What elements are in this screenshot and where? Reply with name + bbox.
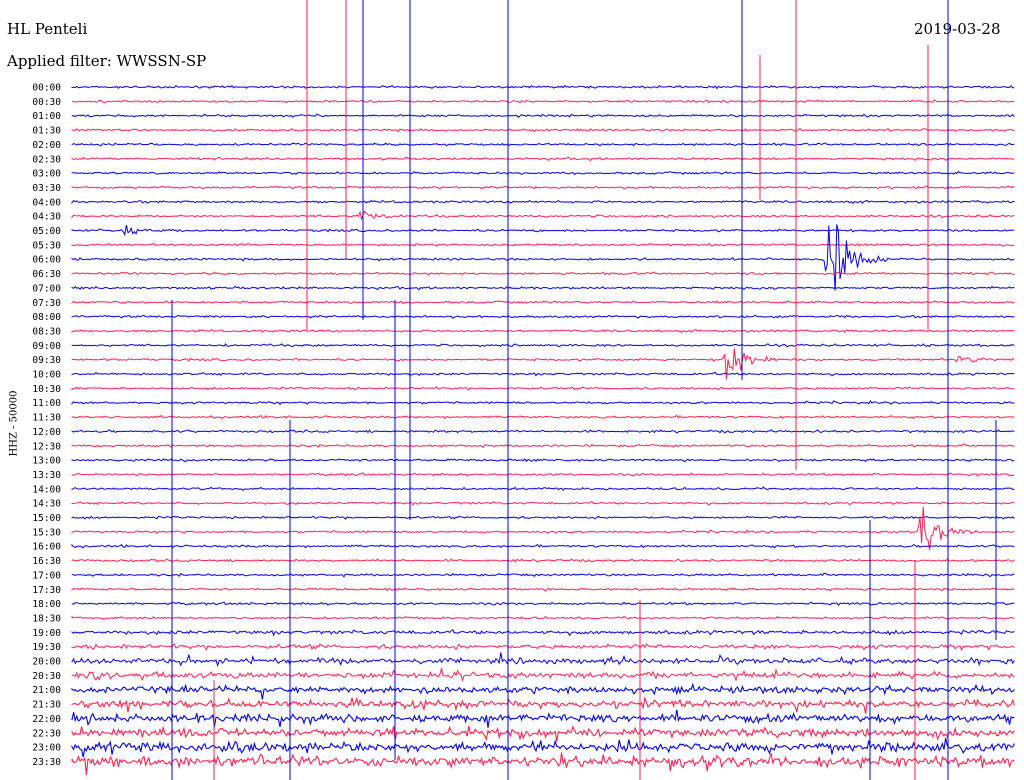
time-tick-0600: 06:00 [32,255,61,266]
time-tick-2030: 20:30 [32,671,61,682]
trace-0400 [71,199,1015,205]
time-tick-1200: 12:00 [32,427,61,438]
time-tick-0030: 00:30 [32,97,61,108]
trace-2330 [71,752,1015,775]
time-tick-0830: 08:30 [32,326,61,337]
time-tick-0630: 06:30 [32,269,61,280]
time-tick-1000: 10:00 [32,370,61,381]
time-tick-2100: 21:00 [32,685,61,696]
trace-1130 [71,414,1015,420]
time-tick-2330: 23:30 [32,757,61,768]
trace-2000 [71,652,1015,668]
trace-0000 [71,84,1015,90]
trace-1830 [71,615,1015,621]
time-tick-1100: 11:00 [32,398,61,409]
trace-1100 [71,399,1015,406]
trace-2130 [71,696,1015,714]
time-tick-0100: 01:00 [32,111,61,122]
trace-2230 [71,725,1015,742]
time-tick-labels: 00:00 00:30 01:00 01:30 02:00 02:30 03:00 03:30… [32,83,61,768]
trace-0600 [71,224,1015,291]
trace-0830 [71,328,1015,334]
trace-1330 [71,472,1015,477]
trace-0100 [71,113,1015,119]
trace-0500 [71,224,1015,236]
trace-1930 [71,643,1015,652]
trace-0730 [71,300,1015,305]
trace-0200 [71,142,1015,147]
time-tick-0130: 01:30 [32,126,61,137]
trace-1400 [71,486,1015,491]
trace-0900 [71,343,1015,348]
trace-1000 [71,371,1015,377]
trace-1200 [71,429,1015,434]
trace-0630 [71,271,1015,276]
time-tick-1430: 14:30 [32,499,61,510]
trace-1630 [71,558,1015,563]
trace-1030 [71,386,1015,391]
trace-0300 [71,170,1015,176]
time-tick-0730: 07:30 [32,298,61,309]
time-tick-1700: 17:00 [32,570,61,581]
time-tick-0430: 04:30 [32,212,61,223]
time-tick-0900: 09:00 [32,341,61,352]
time-tick-1600: 16:00 [32,542,61,553]
interference-spikes [171,0,997,780]
time-tick-0700: 07:00 [32,283,61,294]
trace-1430 [71,501,1015,506]
time-tick-0300: 03:00 [32,169,61,180]
trace-0330 [71,185,1015,190]
trace-0230 [71,156,1015,162]
time-tick-0930: 09:30 [32,355,61,366]
time-tick-2130: 21:30 [32,700,61,711]
trace-2030 [71,668,1015,682]
trace-1730 [71,587,1015,592]
trace-2300 [71,737,1015,758]
time-tick-1800: 18:00 [32,599,61,610]
trace-1230 [71,443,1015,449]
trace-1530 [71,506,1015,551]
time-tick-2300: 23:00 [32,743,61,754]
time-tick-0230: 02:30 [32,154,61,165]
time-tick-1130: 11:30 [32,413,61,424]
time-tick-1630: 16:30 [32,556,61,567]
time-tick-1230: 12:30 [32,441,61,452]
time-tick-0000: 00:00 [32,83,61,94]
trace-1800 [71,601,1015,606]
time-tick-0400: 04:00 [32,197,61,208]
time-tick-1930: 19:30 [32,642,61,653]
trace-0130 [71,127,1015,133]
trace-2100 [71,682,1015,700]
time-tick-1400: 14:00 [32,484,61,495]
trace-1600 [71,543,1015,549]
time-tick-1500: 15:00 [32,513,61,524]
time-tick-1330: 13:30 [32,470,61,481]
time-tick-2200: 22:00 [32,714,61,725]
trace-0800 [71,314,1015,319]
time-tick-0500: 05:00 [32,226,61,237]
time-tick-2230: 22:30 [32,728,61,739]
trace-1900 [71,628,1015,637]
seismogram-plot: 00:00 00:30 01:00 01:30 02:00 02:30 03:00 03:30… [32,0,1015,780]
time-tick-1730: 17:30 [32,585,61,596]
trace-1500 [71,515,1015,520]
seismic-traces [71,84,1015,775]
trace-1300 [71,458,1015,463]
trace-2200 [71,709,1015,728]
trace-0700 [71,285,1015,291]
time-tick-0330: 03:30 [32,183,61,194]
time-tick-1300: 13:00 [32,456,61,467]
time-tick-0200: 02:00 [32,140,61,151]
time-tick-1900: 19:00 [32,628,61,639]
trace-0530 [71,242,1015,247]
trace-1700 [71,572,1015,578]
time-tick-2000: 20:00 [32,657,61,668]
time-tick-1530: 15:30 [32,527,61,538]
time-tick-0800: 08:00 [32,312,61,323]
trace-0430 [71,210,1015,221]
time-tick-1030: 10:30 [32,384,61,395]
trace-0030 [71,99,1015,104]
time-tick-1830: 18:30 [32,613,61,624]
time-tick-0530: 05:30 [32,240,61,251]
